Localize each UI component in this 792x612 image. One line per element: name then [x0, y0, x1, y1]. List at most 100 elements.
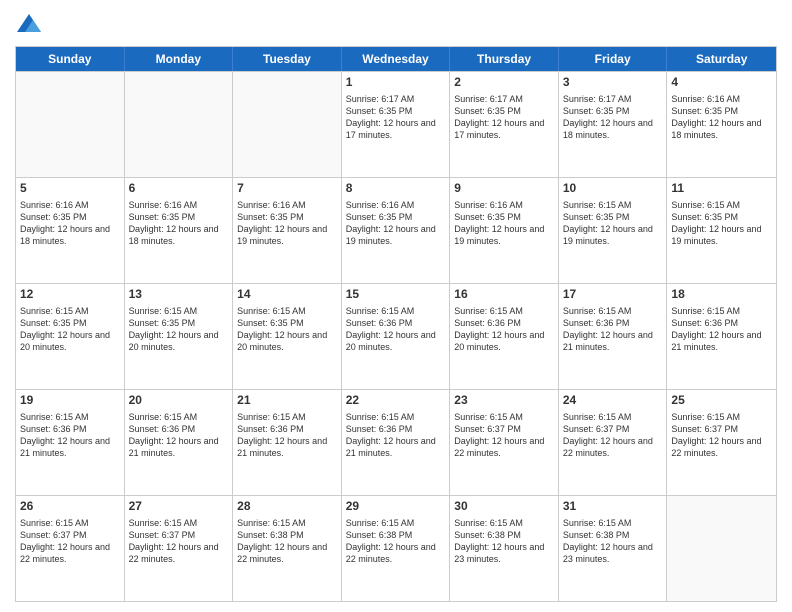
cal-cell: 6Sunrise: 6:16 AM Sunset: 6:35 PM Daylig…: [125, 178, 234, 283]
cal-cell: 25Sunrise: 6:15 AM Sunset: 6:37 PM Dayli…: [667, 390, 776, 495]
cell-info: Sunrise: 6:15 AM Sunset: 6:37 PM Dayligh…: [129, 517, 229, 566]
cal-cell: 4Sunrise: 6:16 AM Sunset: 6:35 PM Daylig…: [667, 72, 776, 177]
cal-cell: 12 Sunrise: 6:15 AM Sunset: 6:35 PM Dayli…: [16, 284, 125, 389]
cal-cell: 26Sunrise: 6:15 AM Sunset: 6:37 PM Dayli…: [16, 496, 125, 601]
day-number: 11: [671, 181, 772, 197]
day-number: 6: [129, 181, 229, 197]
day-number: 22: [346, 393, 446, 409]
cal-cell: 11 Sunrise: 6:15 AM Sunset: 6:35 PM Dayli…: [667, 178, 776, 283]
day-number: 16: [454, 287, 554, 303]
calendar-body: 1 Sunrise: 6:17 AM Sunset: 6:35 PM Daylig…: [16, 71, 776, 601]
cal-cell: 16 Sunrise: 6:15 AM Sunset: 6:36 PM Dayli…: [450, 284, 559, 389]
cal-cell: 9 Sunrise: 6:16 AM Sunset: 6:35 PM Daylig…: [450, 178, 559, 283]
header: [15, 10, 777, 38]
cal-cell: 28 Sunrise: 6:15 AM Sunset: 6:38 PM Dayli…: [233, 496, 342, 601]
cell-info: Sunrise: 6:15 AM Sunset: 6:36 PM Dayligh…: [454, 305, 554, 354]
cell-info: Sunrise: 6:15 AM Sunset: 6:38 PM Dayligh…: [563, 517, 663, 566]
cal-cell: 31 Sunrise: 6:15 AM Sunset: 6:38 PM Dayli…: [559, 496, 668, 601]
cal-header-thursday: Thursday: [450, 47, 559, 71]
day-number: 3: [563, 75, 663, 91]
day-number: 10: [563, 181, 663, 197]
cal-week-3: 19 Sunrise: 6:15 AM Sunset: 6:36 PM Dayli…: [16, 389, 776, 495]
cell-info: Sunrise: 6:15 AM Sunset: 6:36 PM Dayligh…: [346, 411, 446, 460]
cal-header-sunday: Sunday: [16, 47, 125, 71]
cell-info: Sunrise: 6:15 AM Sunset: 6:35 PM Dayligh…: [671, 199, 772, 248]
cell-info: Sunrise: 6:15 AM Sunset: 6:35 PM Dayligh…: [20, 305, 120, 354]
cal-cell: 10 Sunrise: 6:15 AM Sunset: 6:35 PM Dayli…: [559, 178, 668, 283]
cell-info: Sunrise: 6:15 AM Sunset: 6:35 PM Dayligh…: [129, 305, 229, 354]
page: SundayMondayTuesdayWednesdayThursdayFrid…: [0, 0, 792, 612]
day-number: 28: [237, 499, 337, 515]
calendar-header: SundayMondayTuesdayWednesdayThursdayFrid…: [16, 47, 776, 71]
cal-cell: 2Sunrise: 6:17 AM Sunset: 6:35 PM Daylig…: [450, 72, 559, 177]
cal-cell: 23Sunrise: 6:15 AM Sunset: 6:37 PM Dayli…: [450, 390, 559, 495]
day-number: 14: [237, 287, 337, 303]
cell-info: Sunrise: 6:17 AM Sunset: 6:35 PM Dayligh…: [563, 93, 663, 142]
day-number: 19: [20, 393, 120, 409]
cell-info: Sunrise: 6:15 AM Sunset: 6:37 PM Dayligh…: [563, 411, 663, 460]
cal-cell: [667, 496, 776, 601]
day-number: 24: [563, 393, 663, 409]
day-number: 21: [237, 393, 337, 409]
cell-info: Sunrise: 6:17 AM Sunset: 6:35 PM Dayligh…: [454, 93, 554, 142]
cal-cell: 17Sunrise: 6:15 AM Sunset: 6:36 PM Dayli…: [559, 284, 668, 389]
cell-info: Sunrise: 6:15 AM Sunset: 6:38 PM Dayligh…: [454, 517, 554, 566]
cal-cell: 30 Sunrise: 6:15 AM Sunset: 6:38 PM Dayli…: [450, 496, 559, 601]
cell-info: Sunrise: 6:17 AM Sunset: 6:35 PM Dayligh…: [346, 93, 446, 142]
cal-cell: 7Sunrise: 6:16 AM Sunset: 6:35 PM Daylig…: [233, 178, 342, 283]
day-number: 8: [346, 181, 446, 197]
day-number: 27: [129, 499, 229, 515]
cell-info: Sunrise: 6:15 AM Sunset: 6:35 PM Dayligh…: [563, 199, 663, 248]
cal-header-wednesday: Wednesday: [342, 47, 451, 71]
cell-info: Sunrise: 6:15 AM Sunset: 6:38 PM Dayligh…: [237, 517, 337, 566]
cal-header-friday: Friday: [559, 47, 668, 71]
cal-week-0: 1 Sunrise: 6:17 AM Sunset: 6:35 PM Daylig…: [16, 71, 776, 177]
cal-cell: 22 Sunrise: 6:15 AM Sunset: 6:36 PM Dayli…: [342, 390, 451, 495]
day-number: 15: [346, 287, 446, 303]
cal-cell: 24 Sunrise: 6:15 AM Sunset: 6:37 PM Dayli…: [559, 390, 668, 495]
cal-week-4: 26 Sunrise: 6:15 AM Sunset: 6:37 PM Dayli…: [16, 495, 776, 601]
cal-cell: 1 Sunrise: 6:17 AM Sunset: 6:35 PM Daylig…: [342, 72, 451, 177]
day-number: 23: [454, 393, 554, 409]
day-number: 30: [454, 499, 554, 515]
day-number: 31: [563, 499, 663, 515]
cell-info: Sunrise: 6:16 AM Sunset: 6:35 PM Dayligh…: [671, 93, 772, 142]
logo: [15, 10, 47, 38]
cal-week-2: 12 Sunrise: 6:15 AM Sunset: 6:35 PM Dayli…: [16, 283, 776, 389]
day-number: 9: [454, 181, 554, 197]
cell-info: Sunrise: 6:16 AM Sunset: 6:35 PM Dayligh…: [454, 199, 554, 248]
cal-cell: 20Sunrise: 6:15 AM Sunset: 6:36 PM Dayli…: [125, 390, 234, 495]
cell-info: Sunrise: 6:15 AM Sunset: 6:35 PM Dayligh…: [237, 305, 337, 354]
cal-cell: 29Sunrise: 6:15 AM Sunset: 6:38 PM Dayli…: [342, 496, 451, 601]
cal-cell: 8 Sunrise: 6:16 AM Sunset: 6:35 PM Daylig…: [342, 178, 451, 283]
cal-cell: 14 Sunrise: 6:15 AM Sunset: 6:35 PM Dayli…: [233, 284, 342, 389]
day-number: 13: [129, 287, 229, 303]
day-number: 18: [671, 287, 772, 303]
calendar: SundayMondayTuesdayWednesdayThursdayFrid…: [15, 46, 777, 602]
cal-cell: [16, 72, 125, 177]
cal-cell: 13 Sunrise: 6:15 AM Sunset: 6:35 PM Dayli…: [125, 284, 234, 389]
day-number: 29: [346, 499, 446, 515]
cal-cell: 27 Sunrise: 6:15 AM Sunset: 6:37 PM Dayli…: [125, 496, 234, 601]
day-number: 25: [671, 393, 772, 409]
cell-info: Sunrise: 6:15 AM Sunset: 6:36 PM Dayligh…: [20, 411, 120, 460]
cal-cell: [233, 72, 342, 177]
cell-info: Sunrise: 6:16 AM Sunset: 6:35 PM Dayligh…: [346, 199, 446, 248]
cal-week-1: 5 Sunrise: 6:16 AM Sunset: 6:35 PM Daylig…: [16, 177, 776, 283]
cell-info: Sunrise: 6:15 AM Sunset: 6:36 PM Dayligh…: [671, 305, 772, 354]
day-number: 1: [346, 75, 446, 91]
cal-cell: 3 Sunrise: 6:17 AM Sunset: 6:35 PM Daylig…: [559, 72, 668, 177]
day-number: 12: [20, 287, 120, 303]
day-number: 26: [20, 499, 120, 515]
cal-cell: 19 Sunrise: 6:15 AM Sunset: 6:36 PM Dayli…: [16, 390, 125, 495]
day-number: 5: [20, 181, 120, 197]
cal-header-saturday: Saturday: [667, 47, 776, 71]
day-number: 7: [237, 181, 337, 197]
day-number: 17: [563, 287, 663, 303]
cal-cell: 18 Sunrise: 6:15 AM Sunset: 6:36 PM Dayli…: [667, 284, 776, 389]
cell-info: Sunrise: 6:15 AM Sunset: 6:36 PM Dayligh…: [346, 305, 446, 354]
cal-header-monday: Monday: [125, 47, 234, 71]
cell-info: Sunrise: 6:16 AM Sunset: 6:35 PM Dayligh…: [20, 199, 120, 248]
cell-info: Sunrise: 6:15 AM Sunset: 6:36 PM Dayligh…: [237, 411, 337, 460]
cal-cell: 21 Sunrise: 6:15 AM Sunset: 6:36 PM Dayli…: [233, 390, 342, 495]
